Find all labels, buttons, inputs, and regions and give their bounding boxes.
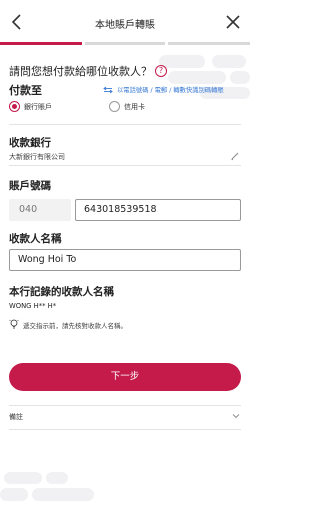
chevron-down-icon[interactable] xyxy=(232,413,240,419)
page-title: 本地賬戶轉賬 xyxy=(95,20,155,31)
record-name-label: 本行記錄的收款人名稱 xyxy=(9,286,114,298)
pencil-icon[interactable] xyxy=(230,151,240,161)
radio-bank-account-label: 銀行賬戶 xyxy=(24,102,52,111)
proxy-transfer-link[interactable]: 以電話號碼 / 電郵 / 轉數快識別碼轉賬 xyxy=(103,85,224,94)
divider xyxy=(9,124,241,125)
help-icon[interactable]: ? xyxy=(155,65,167,77)
account-number-input[interactable]: 643018539518 xyxy=(75,199,241,221)
divider xyxy=(9,165,241,166)
verify-hint: 遞交指示前，請先核對收款人名稱。 xyxy=(9,319,127,330)
step-progress xyxy=(0,42,250,45)
proxy-transfer-link-label: 以電話號碼 / 電郵 / 轉數快識別碼轉賬 xyxy=(117,87,224,94)
radio-credit-card[interactable]: 信用卡 xyxy=(109,101,145,112)
radio-selected-indicator xyxy=(9,101,20,112)
payee-label: 收款人名稱 xyxy=(9,233,62,245)
question-text: 請問您想付款給哪位收款人？ xyxy=(9,65,152,78)
record-name-value: WONG H** H* xyxy=(9,302,57,310)
app-header: 本地賬戶轉賬 xyxy=(0,0,250,44)
question-title: 請問您想付款給哪位收款人？ ? xyxy=(9,63,167,79)
next-button[interactable]: 下一步 xyxy=(9,363,241,391)
bank-label: 收款銀行 xyxy=(9,137,51,149)
decor-pill xyxy=(4,472,42,484)
lightbulb-icon xyxy=(9,319,19,329)
radio-unselected-indicator xyxy=(109,101,120,112)
radio-bank-account[interactable]: 銀行賬戶 xyxy=(9,101,52,112)
decor-pill xyxy=(32,488,94,501)
swap-arrows-icon xyxy=(103,86,113,93)
pay-to-label: 付款至 xyxy=(9,84,42,97)
radio-credit-card-label: 信用卡 xyxy=(124,102,145,111)
decor-pill xyxy=(212,55,246,68)
divider xyxy=(9,429,241,430)
decor-pill xyxy=(168,71,226,84)
decor-pill xyxy=(46,472,68,484)
divider xyxy=(9,405,241,406)
close-icon[interactable] xyxy=(224,13,242,31)
bank-value: 大新銀行有限公司 xyxy=(9,153,65,161)
bank-code-field: 040 xyxy=(9,199,71,221)
account-label: 賬戶號碼 xyxy=(9,180,51,192)
payee-name-input[interactable]: Wong Hoi To xyxy=(9,249,241,271)
decor-pill xyxy=(230,71,250,84)
progress-fill xyxy=(0,42,83,45)
remark-label: 備註 xyxy=(9,413,23,421)
verify-hint-text: 遞交指示前，請先核對收款人名稱。 xyxy=(23,321,127,330)
decor-pill xyxy=(0,488,28,501)
